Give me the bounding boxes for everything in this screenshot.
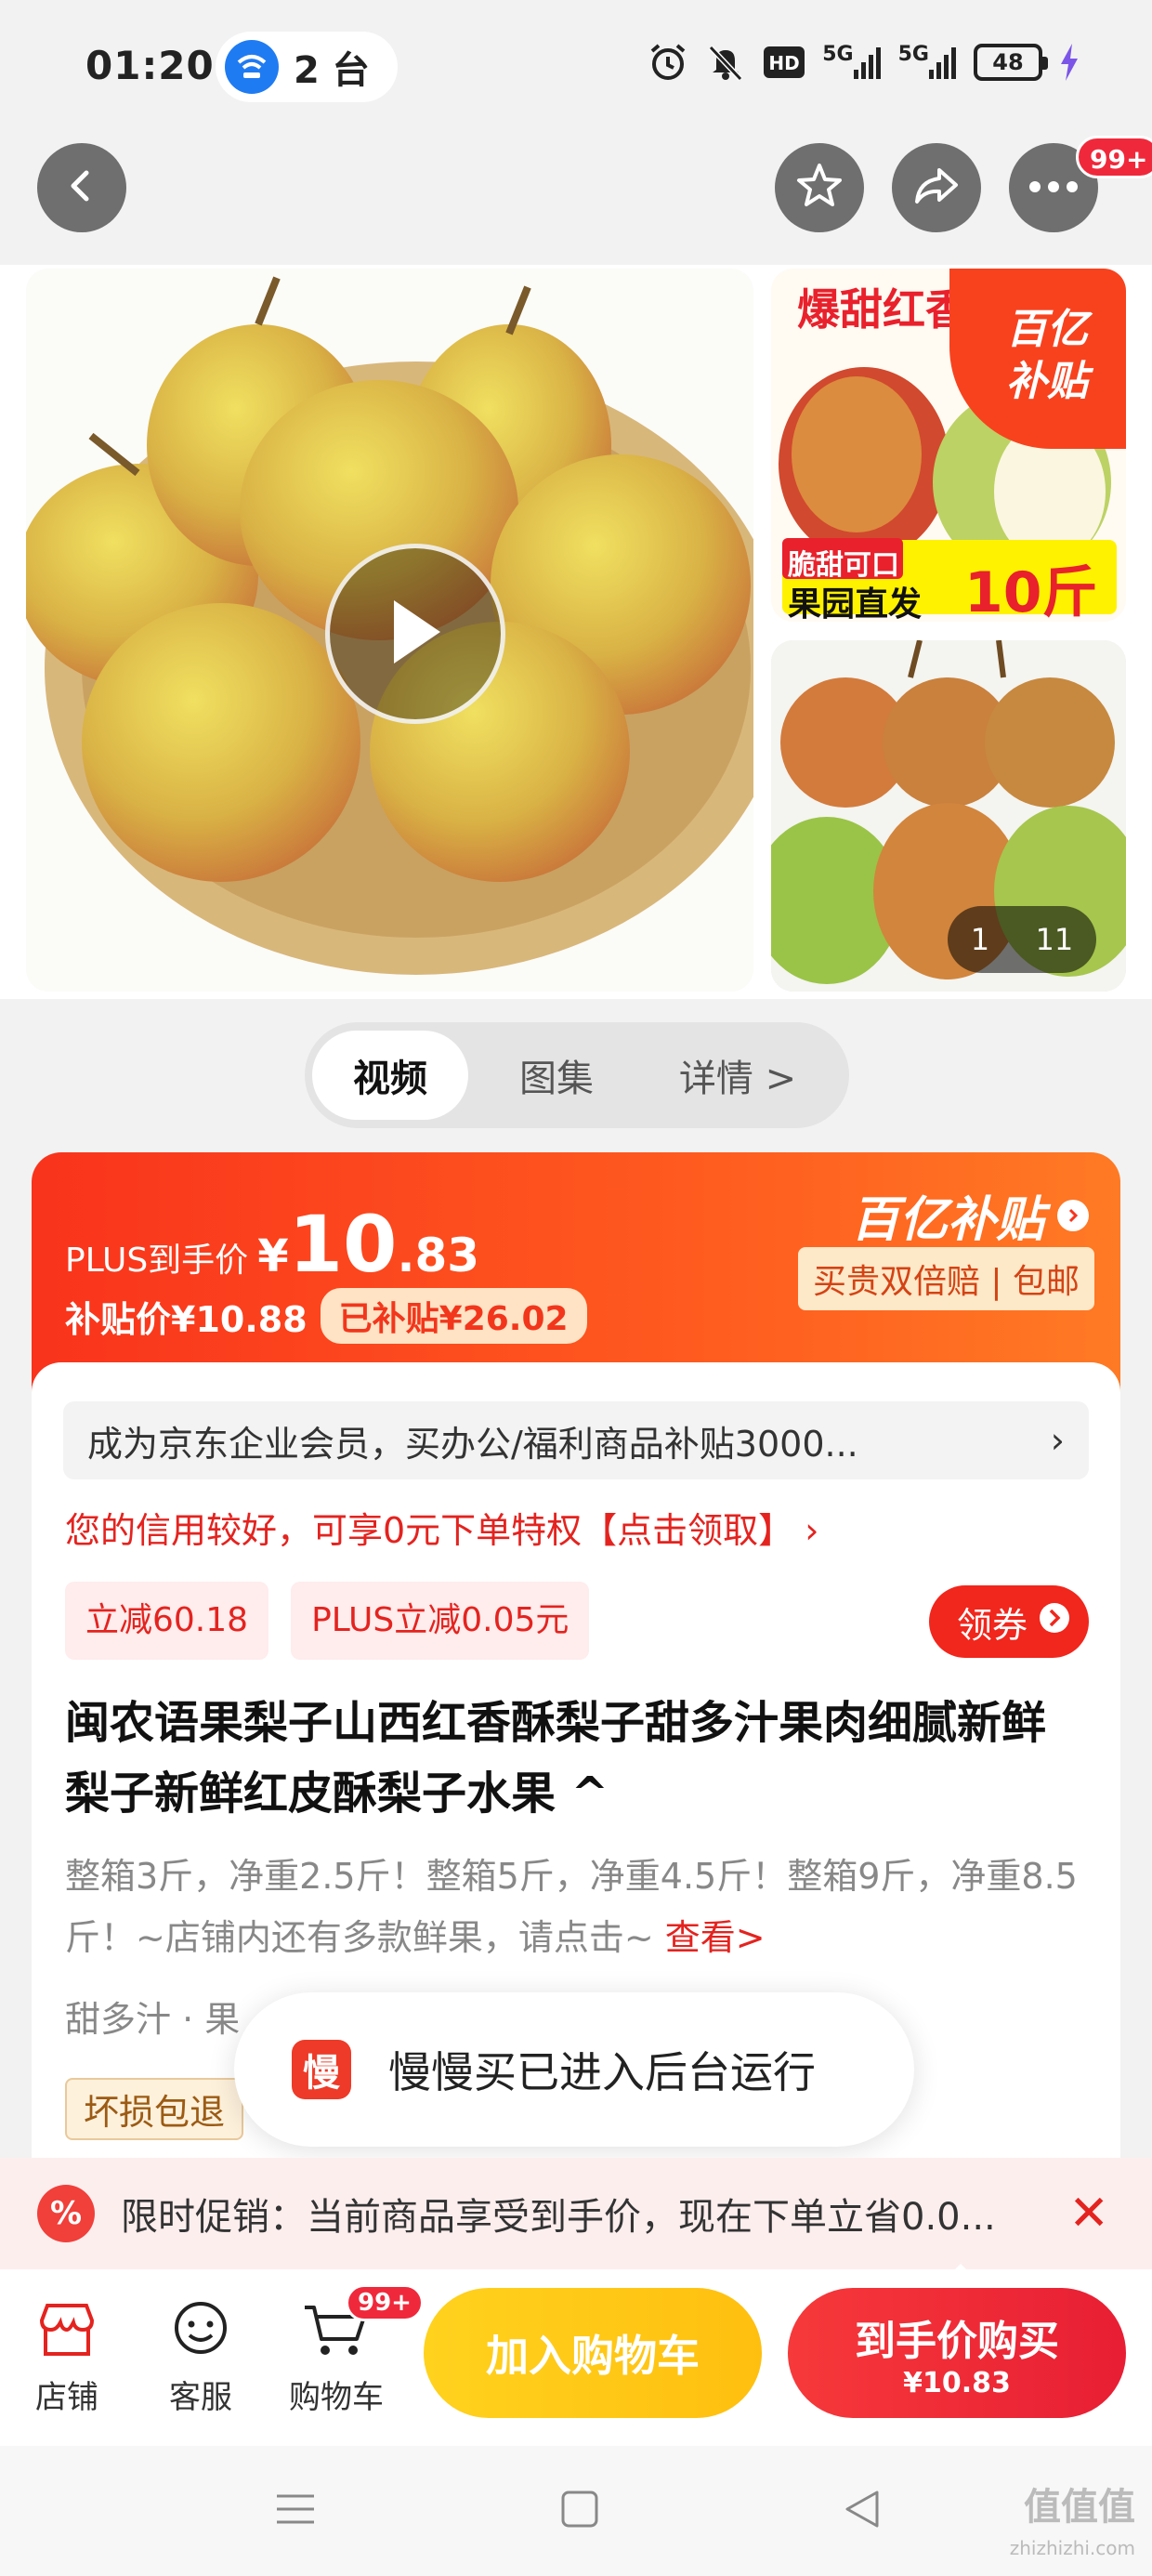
- promo-thumbnail[interactable]: 爆甜红香 脆甜可口 果园直发 10斤 百亿补贴: [771, 269, 1126, 622]
- chevron-left-icon: [63, 167, 100, 208]
- subsidized-amount: 已补贴¥26.02: [320, 1288, 587, 1344]
- counter-current: 1: [970, 922, 990, 957]
- limited-promo-bar[interactable]: % 限时促销：当前商品享受到手价，现在下单立省0.0... ✕: [0, 2158, 1152, 2269]
- toast-message: 慢慢买已进入后台运行: [388, 2047, 816, 2097]
- chevron-right-icon: [1057, 1199, 1089, 1231]
- media-tabs: 视频 图集 详情 >: [305, 1022, 849, 1128]
- gallery-counter: 1 11: [948, 906, 1096, 973]
- svg-text:HD: HD: [769, 52, 800, 74]
- counter-total: 11: [1035, 922, 1074, 957]
- buy-now-price: ¥10.83: [903, 2366, 1011, 2399]
- chat-smile-icon: [145, 2288, 256, 2372]
- cart-badge: 99+: [346, 2284, 424, 2321]
- home-icon[interactable]: [559, 2489, 600, 2533]
- add-to-cart-button[interactable]: 加入购物车: [424, 2288, 762, 2418]
- hd-icon: HD: [763, 39, 805, 85]
- subsidy-program-link[interactable]: 百亿补贴: [851, 1180, 1089, 1250]
- coupon-list: 立减60.18 PLUS立减0.05元: [65, 1582, 590, 1660]
- favorite-button[interactable]: [775, 143, 864, 232]
- tab-details[interactable]: 详情 >: [645, 1031, 831, 1120]
- description-text: 整箱3斤，净重2.5斤！整箱5斤，净重4.5斤！整箱9斤，净重8.5斤！~店铺内…: [65, 1856, 1078, 1958]
- promo-text: 限时促销：当前商品享受到手价，现在下单立省0.0...: [121, 2196, 996, 2239]
- promo-headline: 爆甜红香: [797, 284, 968, 335]
- hotspot-icon: [225, 40, 279, 94]
- price-decimal: .83: [397, 1229, 480, 1282]
- battery-icon: 48: [974, 44, 1048, 81]
- damage-return-badge: 坏损包退: [65, 2078, 244, 2140]
- menu-icon[interactable]: [275, 2489, 316, 2533]
- hotspot-pill[interactable]: 2 台: [216, 32, 398, 102]
- price-integer: 10: [288, 1199, 398, 1290]
- site-watermark: 值值值 zhizhizhi.com: [1010, 2487, 1135, 2569]
- mute-icon: [705, 39, 746, 85]
- share-icon: [911, 161, 962, 215]
- back-button[interactable]: [37, 143, 126, 232]
- view-more-link[interactable]: 查看>: [665, 1917, 766, 1958]
- signal-5g-2-icon: 5G: [898, 39, 957, 85]
- main-video-thumbnail[interactable]: [26, 269, 753, 992]
- alarm-icon: [648, 39, 688, 85]
- back-triangle-icon[interactable]: [842, 2489, 883, 2533]
- net2-label: 5G: [897, 43, 929, 66]
- share-button[interactable]: [892, 143, 981, 232]
- play-button[interactable]: [325, 544, 505, 724]
- guarantee-badge: 买贵双倍赔 | 包邮: [797, 1247, 1094, 1310]
- hotspot-count: 2 台: [294, 49, 370, 92]
- status-time: 01:20: [85, 43, 215, 88]
- status-icons: HD 5G 5G 48: [648, 39, 1080, 85]
- subsidy-price-line: 补贴价¥10.88 已补贴¥26.02: [65, 1288, 587, 1344]
- signal-5g-icon: 5G: [822, 39, 881, 85]
- get-coupon-button[interactable]: 领券: [928, 1585, 1089, 1658]
- member-text: 成为京东企业会员，买办公/福利商品补贴3000...: [87, 1423, 858, 1465]
- buy-now-button[interactable]: 到手价购买 ¥10.83: [788, 2288, 1126, 2418]
- plus-price-label: PLUS到手价: [65, 1242, 249, 1280]
- cart-label: 购物车: [289, 2379, 384, 2416]
- member-arrow: ›: [1050, 1420, 1065, 1461]
- status-bar: 01:20 2 台 HD 5G 5G 48: [0, 0, 1152, 130]
- bottom-action-bar: 店铺 客服 购物车 99+ 加入购物车 到手价购买 ¥10.83: [0, 2269, 1152, 2446]
- watermark-sub: zhizhizhi.com: [1009, 2537, 1135, 2559]
- tab-video[interactable]: 视频: [312, 1031, 468, 1120]
- close-icon[interactable]: ✕: [1068, 2186, 1109, 2241]
- customer-service-button[interactable]: 客服: [145, 2288, 256, 2417]
- shop-button[interactable]: 店铺: [11, 2288, 123, 2417]
- background-toast: 慢 慢慢买已进入后台运行: [234, 1992, 914, 2147]
- buy-now-label: 到手价购买: [855, 2317, 1059, 2365]
- star-icon: [794, 161, 844, 215]
- more-dots-icon: [1028, 179, 1079, 197]
- promo-weight: 10斤: [964, 560, 1098, 622]
- more-badge: 99+: [1076, 136, 1152, 178]
- tab-gallery[interactable]: 图集: [468, 1031, 645, 1120]
- plus-price: PLUS到手价 ¥ 10 .83: [65, 1199, 479, 1290]
- shop-icon: [11, 2288, 123, 2372]
- app-icon: 慢: [292, 2040, 351, 2099]
- price-currency: ¥: [257, 1230, 289, 1282]
- battery-level: 48: [992, 49, 1024, 75]
- charging-icon: [1059, 39, 1080, 85]
- system-nav-bar: [0, 2446, 1152, 2576]
- coupon-tag[interactable]: 立减60.18: [65, 1582, 269, 1660]
- product-gallery: 爆甜红香 脆甜可口 果园直发 10斤 百亿补贴 1 11: [0, 265, 1152, 999]
- watermark-main: 值值值: [1024, 2486, 1135, 2529]
- promo-sub2: 果园直发: [788, 585, 923, 622]
- credit-privilege-link[interactable]: 您的信用较好，可享0元下单特权【点击领取】 ›: [65, 1502, 818, 1553]
- product-description: 整箱3斤，净重2.5斤！整箱5斤，净重4.5斤！整箱9斤，净重8.5斤！~店铺内…: [65, 1846, 1087, 1968]
- subsidy-price: 补贴价¥10.88: [65, 1298, 308, 1340]
- get-coupon-label: 领券: [956, 1604, 1028, 1646]
- subsidy-program-label: 百亿补贴: [850, 1192, 1044, 1248]
- shop-label: 店铺: [35, 2379, 98, 2416]
- cart-button[interactable]: 购物车 99+: [281, 2284, 424, 2417]
- enterprise-member-banner[interactable]: 成为京东企业会员，买办公/福利商品补贴3000... ›: [63, 1401, 1089, 1479]
- percent-icon: %: [37, 2185, 95, 2242]
- chevron-right-circle-icon: [1039, 1601, 1070, 1642]
- coupon-tag[interactable]: PLUS立减0.05元: [291, 1582, 590, 1660]
- subsidy-logo-text: 百亿补贴: [1006, 306, 1088, 405]
- product-page: 01:20 2 台 HD 5G 5G 48 99+ 爆甜红香 脆甜可口 果园直发…: [0, 0, 1152, 2576]
- product-title: 闽农语果梨子山西红香酥梨子甜多汁果肉细腻新鲜梨子新鲜红皮酥梨子水果 ^: [65, 1697, 1047, 1820]
- service-label: 客服: [169, 2379, 232, 2416]
- product-tags: 甜多汁 · 果: [65, 1999, 241, 2040]
- play-icon: [383, 595, 448, 673]
- net1-label: 5G: [822, 43, 854, 66]
